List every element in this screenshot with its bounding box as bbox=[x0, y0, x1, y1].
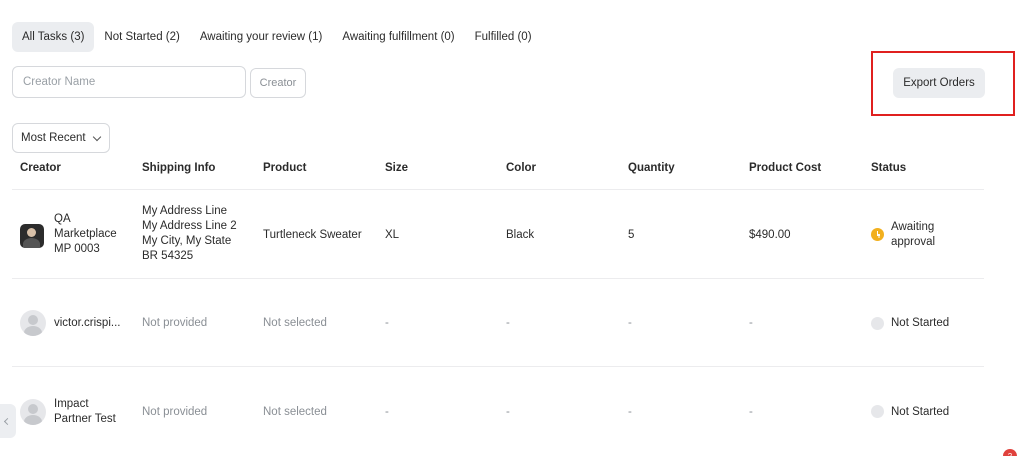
cost-cell: $490.00 bbox=[749, 229, 791, 241]
sort-select[interactable]: Most Recent bbox=[12, 123, 110, 153]
quantity-cell: 5 bbox=[628, 229, 635, 241]
divider bbox=[12, 366, 984, 367]
avatar bbox=[20, 399, 46, 425]
shipping-line: Not provided bbox=[142, 317, 208, 329]
header-size: Size bbox=[385, 162, 409, 174]
divider bbox=[12, 189, 984, 190]
header-product-cost: Product Cost bbox=[749, 162, 822, 174]
circle-icon bbox=[871, 405, 884, 418]
clock-icon bbox=[871, 228, 884, 241]
shipping-line: My City, My State bbox=[142, 235, 232, 247]
cost-cell: - bbox=[749, 317, 753, 329]
size-cell: XL bbox=[385, 229, 400, 241]
avatar bbox=[20, 310, 46, 336]
color-cell: Black bbox=[506, 229, 535, 241]
status-text: Not Started bbox=[891, 317, 950, 329]
creator-name-line: Marketplace bbox=[54, 228, 117, 240]
size-cell: - bbox=[385, 317, 389, 329]
status-text: approval bbox=[891, 236, 936, 248]
product-cell: Turtleneck Sweater bbox=[263, 229, 362, 241]
cost-cell: - bbox=[749, 406, 753, 418]
export-orders-button[interactable]: Export Orders bbox=[893, 68, 985, 98]
color-cell: - bbox=[506, 406, 510, 418]
creator-name-line: MP 0003 bbox=[54, 243, 100, 255]
quantity-cell: - bbox=[628, 406, 632, 418]
tab-all-tasks[interactable]: All Tasks (3) bbox=[12, 22, 95, 52]
quantity-cell: - bbox=[628, 317, 632, 329]
avatar bbox=[20, 224, 44, 248]
status-text: Awaiting bbox=[891, 221, 935, 233]
size-cell: - bbox=[385, 406, 389, 418]
sort-label: Most Recent bbox=[21, 132, 86, 144]
sidebar-toggle-handle[interactable] bbox=[0, 404, 16, 438]
divider bbox=[12, 278, 984, 279]
header-color: Color bbox=[506, 162, 537, 174]
shipping-line: Not provided bbox=[142, 406, 208, 418]
creator-name-line: Impact bbox=[54, 398, 89, 410]
status-tabs: All Tasks (3) Not Started (2) Awaiting y… bbox=[12, 22, 542, 52]
notification-badge[interactable]: 2 bbox=[1003, 449, 1017, 456]
creator-filter-button[interactable]: Creator bbox=[250, 68, 306, 98]
shipping-line: My Address Line bbox=[142, 205, 228, 217]
shipping-line: My Address Line 2 bbox=[142, 220, 237, 232]
circle-icon bbox=[871, 317, 884, 330]
chevron-down-icon bbox=[92, 132, 101, 141]
tab-not-started[interactable]: Not Started (2) bbox=[94, 22, 189, 52]
tab-awaiting-review[interactable]: Awaiting your review (1) bbox=[190, 22, 333, 52]
product-cell: Not selected bbox=[263, 317, 327, 329]
product-cell: Not selected bbox=[263, 406, 327, 418]
header-quantity: Quantity bbox=[628, 162, 675, 174]
color-cell: - bbox=[506, 317, 510, 329]
status-text: Not Started bbox=[891, 406, 950, 418]
creator-name-line: QA bbox=[54, 213, 71, 225]
header-creator: Creator bbox=[20, 162, 61, 174]
tab-awaiting-fulfillment[interactable]: Awaiting fulfillment (0) bbox=[332, 22, 464, 52]
header-product: Product bbox=[263, 162, 307, 174]
tab-fulfilled[interactable]: Fulfilled (0) bbox=[465, 22, 542, 52]
creator-name-input[interactable] bbox=[12, 66, 246, 98]
creator-name-line: victor.crispi... bbox=[54, 317, 121, 329]
header-status: Status bbox=[871, 162, 907, 174]
header-shipping-info: Shipping Info bbox=[142, 162, 216, 174]
creator-name-line: Partner Test bbox=[54, 413, 116, 425]
shipping-line: BR 54325 bbox=[142, 250, 194, 262]
